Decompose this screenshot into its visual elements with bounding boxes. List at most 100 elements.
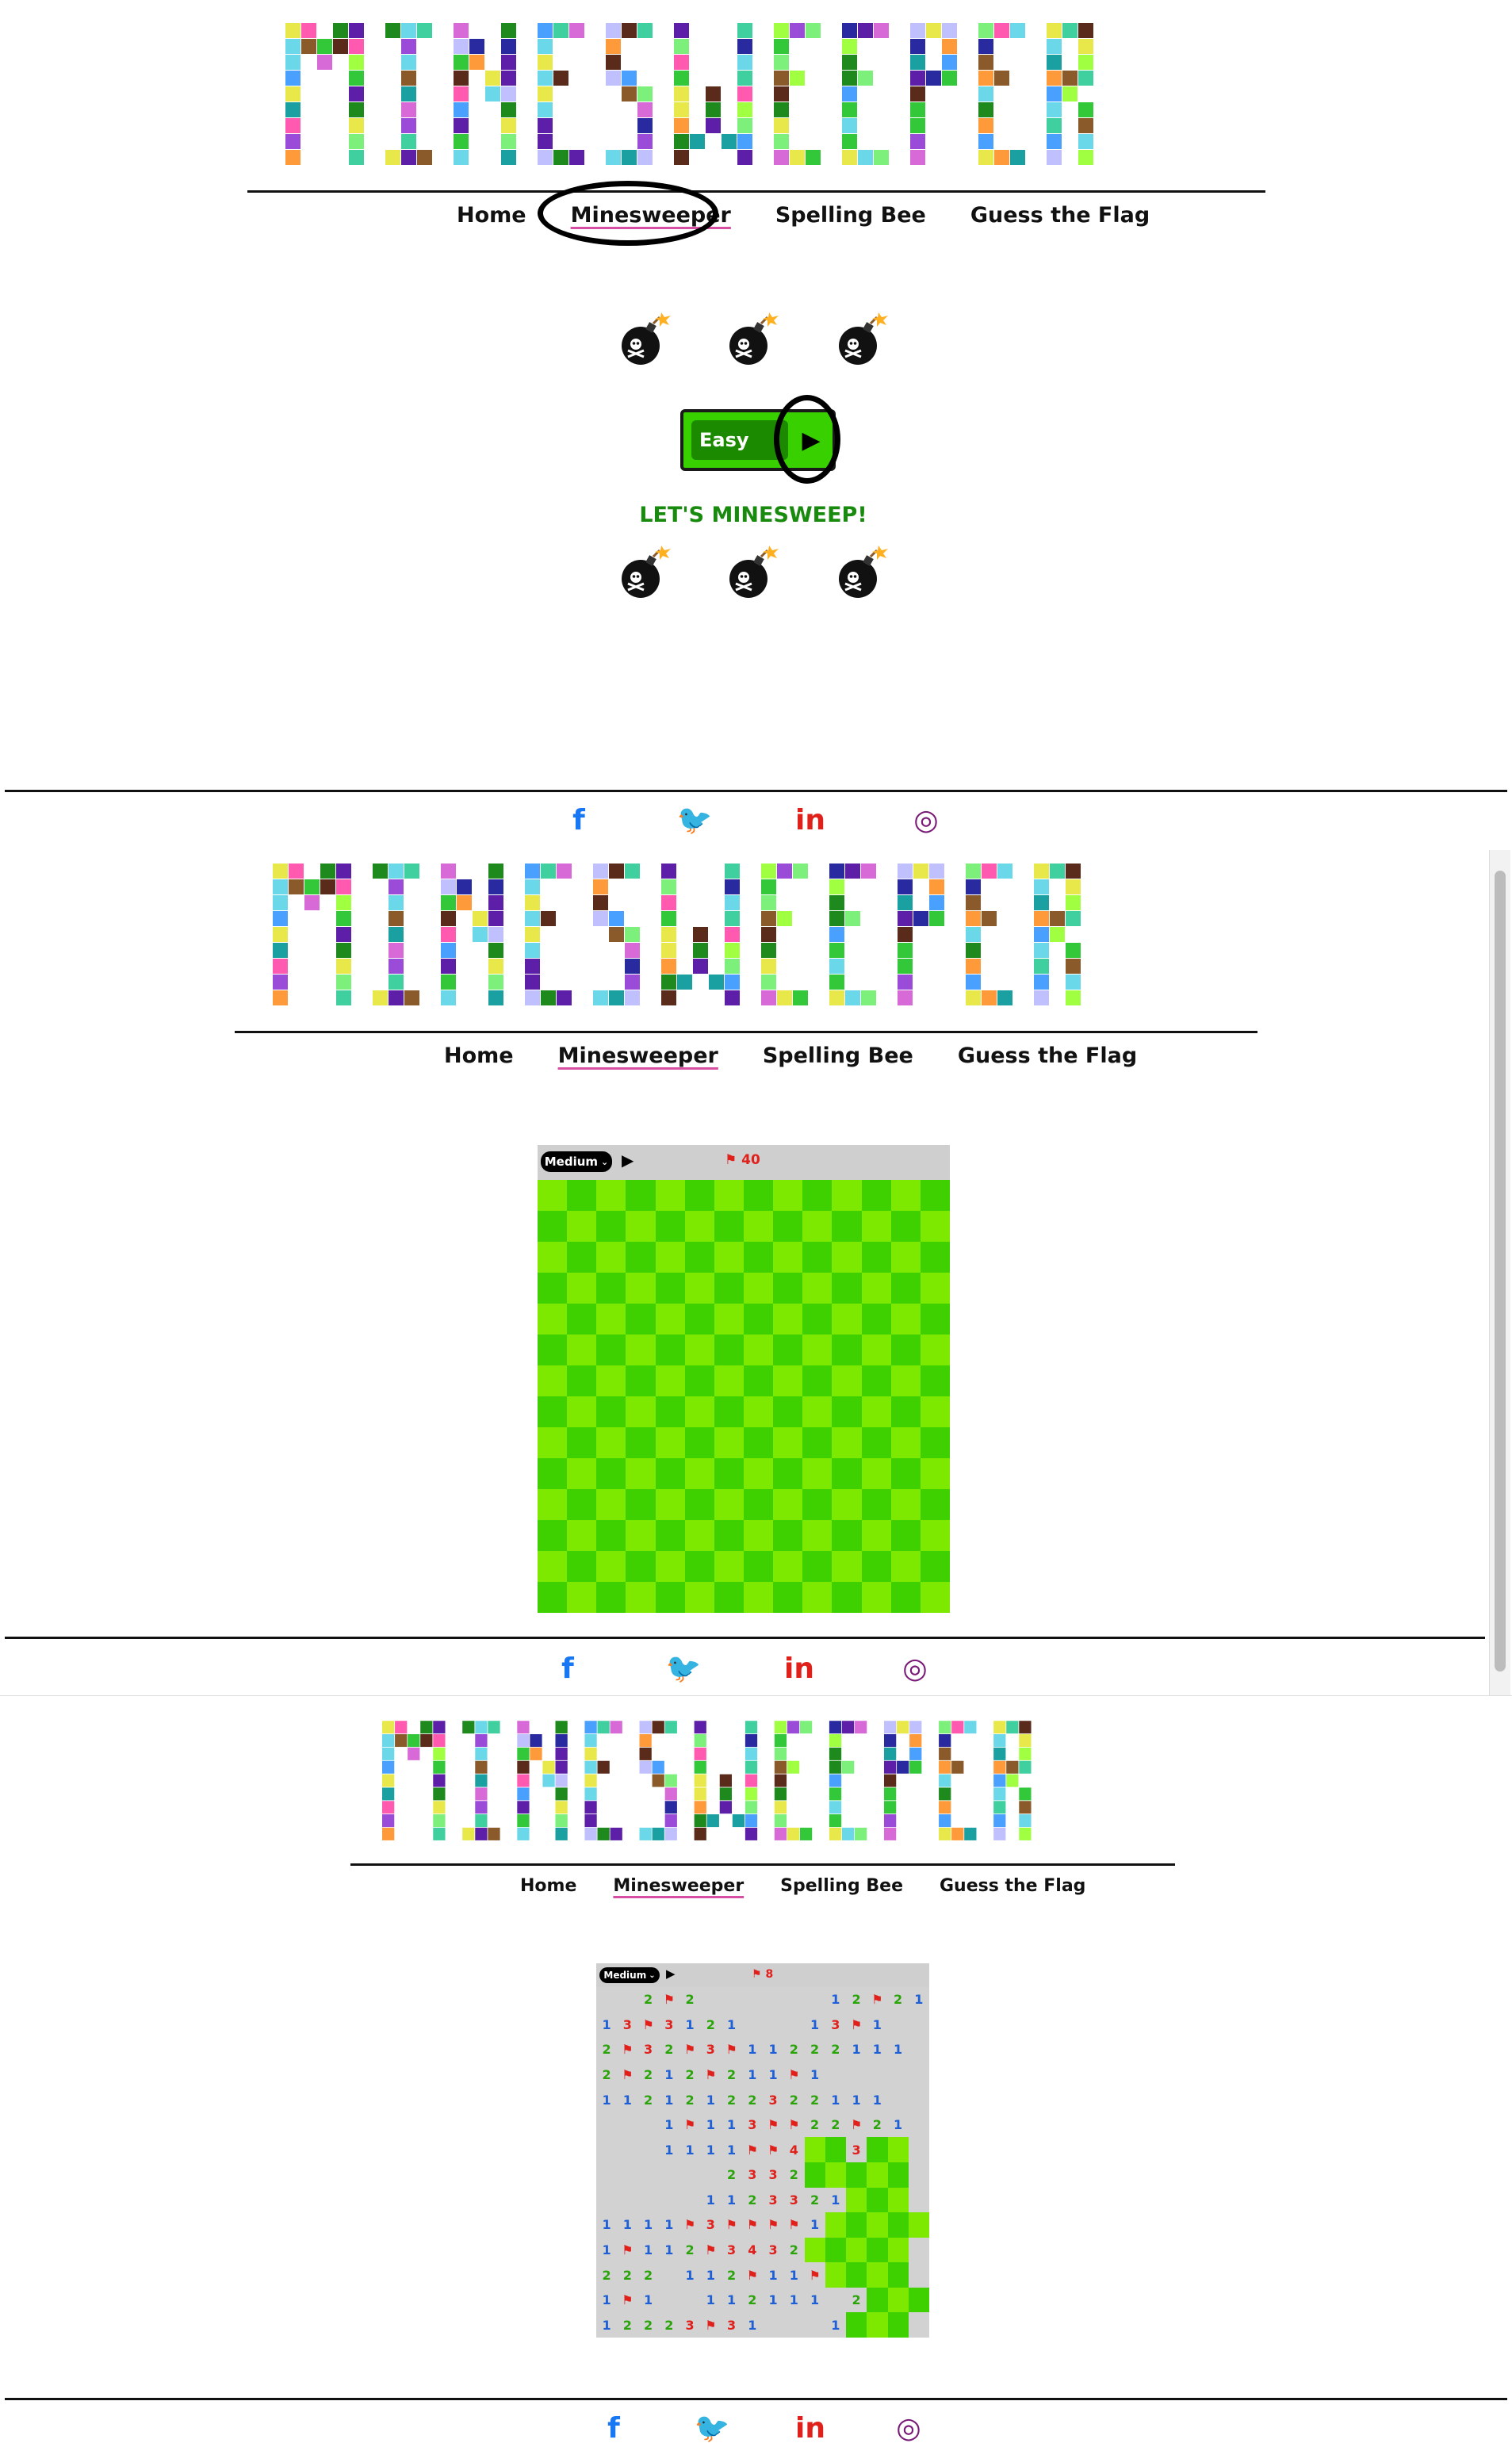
- grid-cell-number[interactable]: 1: [679, 2262, 701, 2288]
- grid-cell-number[interactable]: 2: [741, 2187, 763, 2213]
- grid-cell-hidden[interactable]: [887, 2262, 909, 2288]
- grid-cell-number[interactable]: 2: [825, 2112, 846, 2138]
- grid-cell[interactable]: [773, 1458, 803, 1489]
- grid-cell[interactable]: [890, 1489, 921, 1520]
- grid-cell[interactable]: [684, 1242, 714, 1273]
- grid-cell[interactable]: [714, 1180, 744, 1211]
- grid-cell-number[interactable]: 1: [596, 2012, 618, 2038]
- grid-cell-number[interactable]: 2: [596, 2062, 618, 2088]
- grid-cell[interactable]: [920, 1458, 950, 1489]
- grid-cell[interactable]: [655, 1180, 685, 1211]
- grid-cell-number[interactable]: 1: [846, 2087, 867, 2112]
- grid-cell[interactable]: [596, 1273, 626, 1304]
- grid-cell[interactable]: [596, 1551, 626, 1582]
- grid-cell-number[interactable]: 3: [846, 2137, 867, 2162]
- grid-cell-number[interactable]: 1: [658, 2087, 679, 2112]
- grid-cell[interactable]: [538, 1520, 568, 1551]
- flag-icon[interactable]: ⚑: [700, 2237, 722, 2263]
- grid-cell[interactable]: [832, 1427, 862, 1458]
- grid-cell-number[interactable]: 1: [825, 2087, 846, 2112]
- grid-cell-number[interactable]: 2: [721, 2087, 742, 2112]
- grid-cell-number[interactable]: 1: [596, 2287, 618, 2313]
- grid-cell-number[interactable]: 2: [721, 2262, 742, 2288]
- grid-cell-hidden[interactable]: [887, 2237, 909, 2263]
- grid-cell-number[interactable]: 2: [658, 2037, 679, 2062]
- grid-cell[interactable]: [538, 1582, 568, 1613]
- grid-cell-number[interactable]: 1: [741, 2037, 763, 2062]
- grid-cell[interactable]: [596, 1396, 626, 1427]
- grid-cell[interactable]: [744, 1335, 774, 1365]
- nav-spelling-bee[interactable]: Spelling Bee: [763, 1044, 913, 1068]
- grid-cell-hidden[interactable]: [887, 2162, 909, 2188]
- grid-cell-number[interactable]: 3: [763, 2087, 784, 2112]
- grid-cell-number[interactable]: 1: [804, 2212, 825, 2238]
- grid-cell-number[interactable]: 1: [658, 2062, 679, 2088]
- grid-cell-hidden[interactable]: [825, 2237, 846, 2263]
- grid-cell-number[interactable]: 2: [637, 2062, 659, 2088]
- grid-cell-number[interactable]: 1: [804, 2062, 825, 2088]
- grid-cell-hidden[interactable]: [867, 2287, 888, 2313]
- grid-cell[interactable]: [832, 1304, 862, 1335]
- grid-cell[interactable]: [744, 1180, 774, 1211]
- grid-cell-number[interactable]: 3: [617, 2012, 638, 2038]
- nav-guess-the-flag[interactable]: Guess the Flag: [970, 203, 1150, 228]
- grid-cell-number[interactable]: 2: [846, 2287, 867, 2313]
- grid-cell-number[interactable]: 1: [867, 2037, 888, 2062]
- grid-cell-empty[interactable]: [908, 2087, 929, 2112]
- grid-cell-empty[interactable]: [617, 1987, 638, 2012]
- grid-cell-number[interactable]: 2: [804, 2087, 825, 2112]
- flag-icon[interactable]: ⚑: [763, 2212, 784, 2238]
- grid-cell-number[interactable]: 2: [804, 2112, 825, 2138]
- flag-icon[interactable]: ⚑: [741, 2262, 763, 2288]
- grid-cell[interactable]: [832, 1489, 862, 1520]
- grid-cell-empty[interactable]: [679, 2162, 701, 2188]
- grid-cell[interactable]: [832, 1273, 862, 1304]
- grid-cell-number[interactable]: 2: [825, 2037, 846, 2062]
- instagram-icon[interactable]: ◎: [909, 802, 944, 837]
- grid-cell-empty[interactable]: [596, 2187, 618, 2213]
- grid-cell[interactable]: [890, 1458, 921, 1489]
- grid-cell-number[interactable]: 1: [596, 2312, 618, 2338]
- grid-cell[interactable]: [714, 1396, 744, 1427]
- grid-cell[interactable]: [920, 1211, 950, 1242]
- grid-cell-number[interactable]: 1: [637, 2212, 659, 2238]
- grid-cell-hidden[interactable]: [846, 2312, 867, 2338]
- grid-cell[interactable]: [626, 1489, 656, 1520]
- grid-cell[interactable]: [655, 1304, 685, 1335]
- grid-cell[interactable]: [655, 1273, 685, 1304]
- grid-cell[interactable]: [596, 1304, 626, 1335]
- grid-cell-empty[interactable]: [617, 2112, 638, 2138]
- grid-cell[interactable]: [655, 1335, 685, 1365]
- grid-cell[interactable]: [890, 1180, 921, 1211]
- grid-cell[interactable]: [596, 1180, 626, 1211]
- grid-cell-number[interactable]: 1: [596, 2212, 618, 2238]
- facebook-icon[interactable]: f: [561, 802, 596, 837]
- grid-cell[interactable]: [802, 1242, 833, 1273]
- grid-cell[interactable]: [832, 1520, 862, 1551]
- grid-cell[interactable]: [773, 1427, 803, 1458]
- grid-cell[interactable]: [596, 1335, 626, 1365]
- grid-cell-empty[interactable]: [721, 1987, 742, 2012]
- grid-cell[interactable]: [567, 1365, 597, 1396]
- grid-cell[interactable]: [714, 1489, 744, 1520]
- grid-cell-number[interactable]: 2: [887, 1987, 909, 2012]
- grid-cell-hidden[interactable]: [825, 2212, 846, 2238]
- grid-cell[interactable]: [802, 1335, 833, 1365]
- grid-cell[interactable]: [920, 1180, 950, 1211]
- grid-cell[interactable]: [832, 1335, 862, 1365]
- grid-cell-number[interactable]: 2: [637, 1987, 659, 2012]
- grid-cell[interactable]: [596, 1242, 626, 1273]
- grid-cell-empty[interactable]: [679, 2187, 701, 2213]
- grid-cell[interactable]: [832, 1180, 862, 1211]
- grid-cell-number[interactable]: 2: [783, 2237, 805, 2263]
- grid-cell[interactable]: [744, 1211, 774, 1242]
- grid-cell-number[interactable]: 2: [721, 2162, 742, 2188]
- grid-cell-number[interactable]: 3: [721, 2237, 742, 2263]
- grid-cell[interactable]: [538, 1242, 568, 1273]
- grid-cell-number[interactable]: 2: [637, 2312, 659, 2338]
- grid-cell-empty[interactable]: [596, 2137, 618, 2162]
- grid-cell-hidden[interactable]: [908, 2212, 929, 2238]
- grid-cell-hidden[interactable]: [825, 2162, 846, 2188]
- grid-cell-number[interactable]: 2: [679, 2062, 701, 2088]
- grid-cell[interactable]: [773, 1335, 803, 1365]
